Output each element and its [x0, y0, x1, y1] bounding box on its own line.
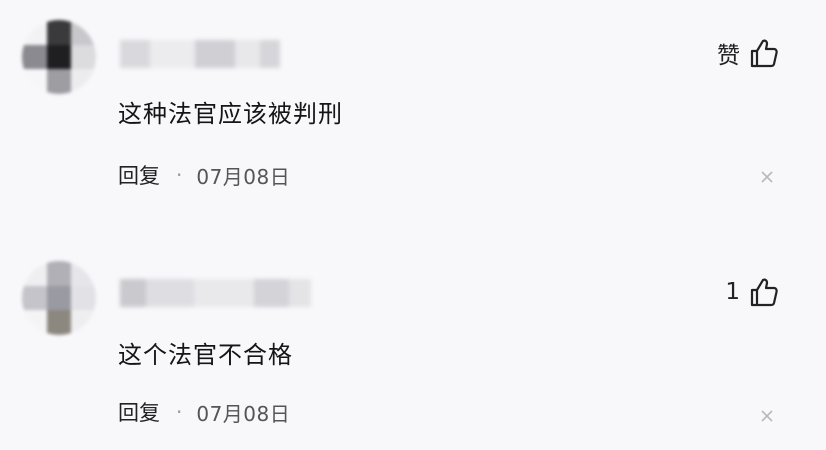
avatar-pixel — [22, 310, 47, 335]
separator: · — [176, 400, 183, 424]
avatar-pixel — [22, 20, 47, 45]
avatar-pixel — [22, 69, 47, 94]
like-count: 1 — [725, 279, 740, 305]
avatar-pixel — [46, 310, 72, 335]
separator: · — [176, 163, 183, 187]
avatar-pixel — [22, 261, 47, 286]
username-block — [235, 40, 260, 68]
username-block — [120, 40, 150, 68]
close-icon[interactable] — [760, 170, 774, 184]
thumbs-up-icon — [750, 38, 778, 68]
comment-meta: 回复 · 07月08日 — [118, 160, 290, 190]
avatar[interactable] — [22, 261, 96, 335]
comment-text: 这个法官不合格 — [118, 341, 293, 369]
avatar-pixel — [71, 44, 96, 70]
avatar-pixel — [46, 261, 72, 286]
avatar-pixel — [46, 69, 72, 94]
avatar-pixel — [71, 20, 96, 45]
like-button[interactable]: 1 — [725, 277, 778, 307]
avatar-pixel — [46, 20, 72, 45]
username-block — [146, 279, 194, 307]
like-label: 赞 — [717, 43, 740, 69]
avatar[interactable] — [22, 20, 96, 94]
avatar-pixel — [22, 44, 47, 70]
avatar-pixel — [71, 69, 96, 94]
thumbs-up-icon — [750, 277, 778, 307]
comment-item: 赞 这种法官应该被判刑 回复 · 07月08日 — [0, 0, 826, 225]
username-block — [194, 279, 254, 307]
comment-item: 1 这个法官不合格 回复 · 07月08日 — [0, 225, 826, 450]
username-block — [120, 279, 146, 307]
avatar-pixel — [71, 261, 96, 286]
reply-button[interactable]: 回复 — [118, 397, 160, 427]
avatar-pixel — [71, 285, 96, 311]
avatar-pixel — [22, 285, 47, 311]
avatar-pixel — [71, 310, 96, 335]
username-block — [150, 40, 195, 68]
comment-date: 07月08日 — [196, 164, 291, 189]
like-button[interactable]: 赞 — [717, 36, 778, 70]
avatar-pixel — [46, 285, 72, 311]
username-block — [260, 40, 280, 68]
reply-button[interactable]: 回复 — [118, 160, 160, 190]
comment-date: 07月08日 — [196, 401, 291, 426]
username-block — [289, 279, 311, 307]
comment-text: 这种法官应该被判刑 — [118, 100, 343, 128]
username-block — [195, 40, 235, 68]
username-blurred[interactable] — [120, 40, 280, 68]
avatar-pixel — [46, 44, 72, 70]
comment-meta: 回复 · 07月08日 — [118, 397, 290, 427]
close-icon[interactable] — [760, 409, 774, 423]
username-blurred[interactable] — [120, 279, 311, 307]
username-block — [254, 279, 289, 307]
